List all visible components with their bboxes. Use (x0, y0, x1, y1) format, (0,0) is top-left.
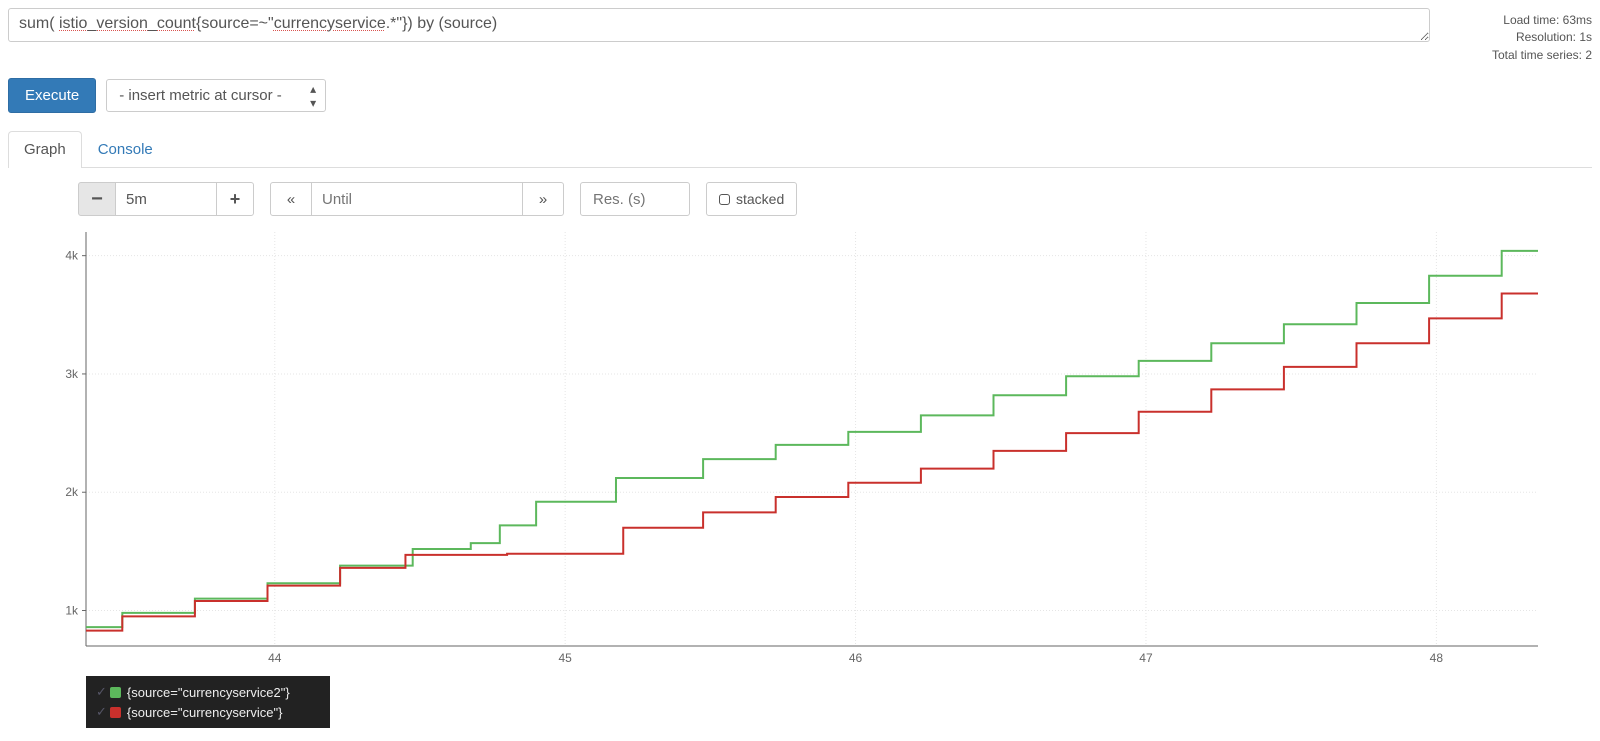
insert-metric-select[interactable]: - insert metric at cursor - (106, 79, 326, 112)
resolution-input[interactable] (580, 182, 690, 216)
time-nav-group: « » (270, 182, 564, 216)
execute-button[interactable]: Execute (8, 78, 96, 113)
check-icon: ✓ (96, 684, 107, 700)
svg-text:46: 46 (849, 651, 863, 665)
svg-text:44: 44 (268, 651, 282, 665)
range-decrease-button[interactable]: − (78, 182, 116, 216)
svg-text:48: 48 (1430, 651, 1444, 665)
svg-text:2k: 2k (65, 485, 79, 499)
legend-label: {source="currencyservice"} (127, 705, 283, 720)
stacked-toggle-button[interactable]: stacked (706, 182, 797, 216)
query-input[interactable]: sum( istio_version_count{source=~"curren… (8, 8, 1430, 42)
legend-item[interactable]: ✓ {source="currencyservice2"} (96, 682, 290, 702)
svg-text:45: 45 (558, 651, 572, 665)
svg-text:47: 47 (1139, 651, 1153, 665)
unchecked-box-icon (719, 194, 730, 205)
total-series-label: Total time series: 2 (1442, 47, 1592, 64)
legend-swatch (110, 707, 121, 718)
chart-legend: ✓ {source="currencyservice2"} ✓ {source="cu… (86, 676, 330, 728)
time-back-button[interactable]: « (270, 182, 312, 216)
legend-label: {source="currencyservice2"} (127, 685, 290, 700)
legend-item[interactable]: ✓ {source="currencyservice"} (96, 702, 290, 722)
range-increase-button[interactable]: + (216, 182, 254, 216)
legend-swatch (110, 687, 121, 698)
query-stats: Load time: 63ms Resolution: 1s Total tim… (1442, 8, 1592, 64)
resolution-label: Resolution: 1s (1442, 29, 1592, 46)
range-input[interactable] (116, 182, 216, 216)
range-group: − + (78, 182, 254, 216)
line-chart[interactable]: 44 45 46 47 48 1k 2k 3k 4k (38, 224, 1548, 674)
time-forward-button[interactable]: » (522, 182, 564, 216)
tab-graph[interactable]: Graph (8, 131, 82, 168)
check-icon: ✓ (96, 704, 107, 720)
svg-text:4k: 4k (65, 249, 79, 263)
svg-text:3k: 3k (65, 367, 79, 381)
load-time-label: Load time: 63ms (1442, 12, 1592, 29)
end-time-input[interactable] (312, 182, 522, 216)
tab-console[interactable]: Console (82, 131, 169, 167)
svg-text:1k: 1k (65, 604, 79, 618)
